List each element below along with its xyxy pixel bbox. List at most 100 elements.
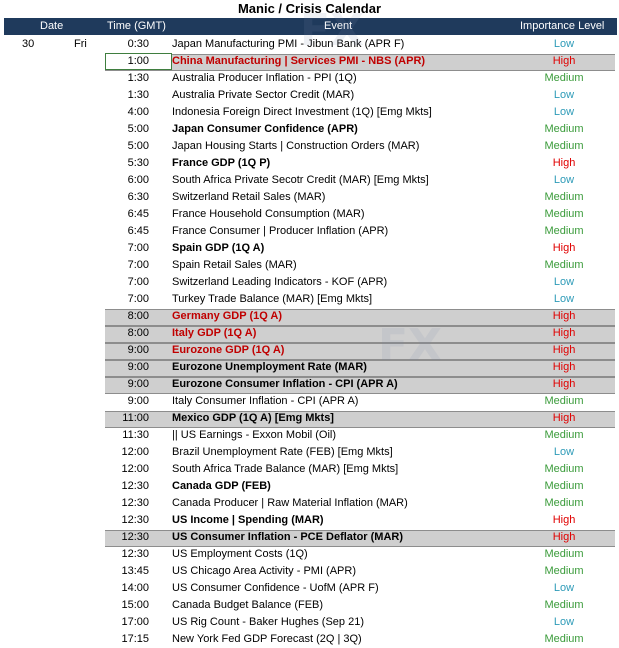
- table-row[interactable]: 9:00 Eurozone Unemployment Rate (MAR) High: [4, 359, 617, 377]
- table-row[interactable]: 5:00 Japan Housing Starts | Construction …: [4, 138, 617, 155]
- table-row[interactable]: 30 Fri 0:30 Japan Manufacturing PMI - Jibun…: [4, 36, 617, 53]
- importance-level: Low: [553, 106, 575, 118]
- table-row[interactable]: 8:00 Italy GDP (1Q A) High: [4, 325, 617, 343]
- table-row[interactable]: 12:00 Brazil Unemployment Rate (FEB) [Emg…: [4, 444, 617, 461]
- table-row[interactable]: 1:00 China Manufacturing | Services PMI -…: [4, 53, 617, 71]
- event-name: Japan Manufacturing PMI - Jibun Bank (AP…: [172, 38, 405, 50]
- event-time: 12:00: [121, 446, 149, 458]
- table-row[interactable]: 14:00 US Consumer Confidence - UofM (APR …: [4, 580, 617, 597]
- event-name: US Chicago Area Activity - PMI (APR): [172, 565, 356, 577]
- table-row[interactable]: 6:45 France Household Consumption (MAR) Me…: [4, 206, 617, 223]
- table-row[interactable]: 13:45 US Chicago Area Activity - PMI (APR…: [4, 563, 617, 580]
- importance-level: Medium: [544, 599, 584, 611]
- importance-level: High: [552, 157, 576, 169]
- event-name: US Consumer Confidence - UofM (APR F): [172, 582, 379, 594]
- event-name: South Africa Private Secotr Credit (MAR)…: [172, 174, 429, 186]
- event-name: Turkey Trade Balance (MAR) [Emg Mkts]: [172, 293, 373, 305]
- table-row[interactable]: 11:00 Mexico GDP (1Q A) [Emg Mkts] High: [4, 410, 617, 428]
- importance-level: Low: [553, 89, 575, 101]
- event-time: 7:00: [127, 242, 149, 254]
- event-time: 5:30: [127, 157, 149, 169]
- importance-level: Medium: [544, 463, 584, 475]
- event-time: 17:15: [121, 633, 149, 645]
- event-time: 12:30: [121, 514, 149, 526]
- table-row[interactable]: 7:00 Switzerland Leading Indicators - KOF…: [4, 274, 617, 291]
- table-row[interactable]: 12:30 Canada Producer | Raw Material Infl…: [4, 495, 617, 512]
- importance-level: Medium: [544, 225, 584, 237]
- table-row[interactable]: 9:00 Italy Consumer Inflation - CPI (APR …: [4, 393, 617, 410]
- event-name: US Rig Count - Baker Hughes (Sep 21): [172, 616, 364, 628]
- table-row[interactable]: 6:30 Switzerland Retail Sales (MAR) Medium: [4, 189, 617, 206]
- importance-level: Medium: [544, 140, 584, 152]
- event-time: 4:00: [127, 106, 149, 118]
- importance-level: Low: [553, 446, 575, 458]
- importance-level: Medium: [544, 633, 584, 645]
- table-row[interactable]: 12:30 Canada GDP (FEB) Medium: [4, 478, 617, 495]
- table-row[interactable]: 12:30 US Employment Costs (1Q) Medium: [4, 546, 617, 563]
- header-date: Date: [40, 20, 64, 32]
- event-time: 5:00: [127, 123, 149, 135]
- table-row[interactable]: 17:15 New York Fed GDP Forecast (2Q | 3Q)…: [4, 631, 617, 648]
- date-day: 30: [22, 38, 35, 50]
- table-row[interactable]: 8:00 Germany GDP (1Q A) High: [4, 308, 617, 326]
- event-time: 1:30: [127, 72, 149, 84]
- table-row[interactable]: 7:00 Spain Retail Sales (MAR) Medium: [4, 257, 617, 274]
- table-row[interactable]: 9:00 Eurozone GDP (1Q A) High: [4, 342, 617, 360]
- importance-level: High: [552, 242, 576, 254]
- event-time: 11:00: [122, 412, 149, 424]
- table-row[interactable]: 11:30 || US Earnings - Exxon Mobil (Oil) M…: [4, 427, 617, 444]
- importance-level: Low: [553, 616, 575, 628]
- event-name: US Consumer Inflation - PCE Deflator (MA…: [172, 531, 404, 543]
- table-row[interactable]: 7:00 Spain GDP (1Q A) High: [4, 240, 617, 257]
- event-time: 0:30: [127, 38, 149, 50]
- event-name: Italy GDP (1Q A): [172, 327, 257, 339]
- table-row[interactable]: 4:00 Indonesia Foreign Direct Investment …: [4, 104, 617, 121]
- event-time: 9:00: [127, 344, 149, 356]
- header-importance: Importance Level: [520, 20, 605, 32]
- event-time: 6:45: [127, 225, 149, 237]
- importance-level: Low: [553, 174, 575, 186]
- event-name: Canada Budget Balance (FEB): [172, 599, 324, 611]
- event-name: South Africa Trade Balance (MAR) [Emg Mk…: [172, 463, 399, 475]
- table-row[interactable]: 6:45 France Consumer | Producer Inflation…: [4, 223, 617, 240]
- table-row[interactable]: 1:30 Australia Producer Inflation - PPI (…: [4, 70, 617, 87]
- table-row[interactable]: 9:00 Eurozone Consumer Inflation - CPI (A…: [4, 376, 617, 394]
- event-time: 12:30: [121, 480, 149, 492]
- event-time: 8:00: [127, 327, 149, 339]
- importance-level: Medium: [544, 123, 584, 135]
- table-row[interactable]: 17:00 US Rig Count - Baker Hughes (Sep 21…: [4, 614, 617, 631]
- calendar-table: 30 Fri 0:30 Japan Manufacturing PMI - Jibun…: [4, 36, 617, 648]
- table-row[interactable]: 5:00 Japan Consumer Confidence (APR) Mediu…: [4, 121, 617, 138]
- event-name: China Manufacturing | Services PMI - NBS…: [172, 55, 426, 67]
- event-name: Indonesia Foreign Direct Investment (1Q)…: [172, 106, 432, 118]
- table-row[interactable]: 12:00 South Africa Trade Balance (MAR) [E…: [4, 461, 617, 478]
- importance-level: Medium: [544, 497, 584, 509]
- importance-level: Medium: [544, 565, 584, 577]
- event-time: 8:00: [127, 310, 149, 322]
- importance-level: Low: [553, 276, 575, 288]
- event-time: 1:30: [127, 89, 149, 101]
- table-row[interactable]: 5:30 France GDP (1Q P) High: [4, 155, 617, 172]
- event-name: Italy Consumer Inflation - CPI (APR A): [172, 395, 359, 407]
- event-name: US Income | Spending (MAR): [172, 514, 324, 526]
- event-name: New York Fed GDP Forecast (2Q | 3Q): [172, 633, 362, 645]
- event-name: France Consumer | Producer Inflation (AP…: [172, 225, 389, 237]
- importance-level: High: [552, 55, 576, 67]
- importance-level: Medium: [544, 429, 584, 441]
- event-name: France Household Consumption (MAR): [172, 208, 365, 220]
- event-name: Japan Consumer Confidence (APR): [172, 123, 358, 135]
- page-title: Manic / Crisis Calendar: [237, 1, 382, 16]
- event-time: 6:00: [127, 174, 149, 186]
- table-row[interactable]: 7:00 Turkey Trade Balance (MAR) [Emg Mkts…: [4, 291, 617, 308]
- event-time: 12:30: [121, 548, 149, 560]
- event-time: 12:00: [121, 463, 149, 475]
- table-row[interactable]: 12:30 US Consumer Inflation - PCE Deflato…: [4, 529, 617, 547]
- event-time: 15:00: [121, 599, 149, 611]
- table-row[interactable]: 15:00 Canada Budget Balance (FEB) Medium: [4, 597, 617, 614]
- event-name: Canada GDP (FEB): [172, 480, 271, 492]
- table-row[interactable]: 12:30 US Income | Spending (MAR) High: [4, 512, 617, 529]
- event-name: Mexico GDP (1Q A) [Emg Mkts]: [172, 412, 334, 424]
- event-name: Australia Private Sector Credit (MAR): [172, 89, 355, 101]
- table-row[interactable]: 6:00 South Africa Private Secotr Credit (…: [4, 172, 617, 189]
- table-row[interactable]: 1:30 Australia Private Sector Credit (MAR…: [4, 87, 617, 104]
